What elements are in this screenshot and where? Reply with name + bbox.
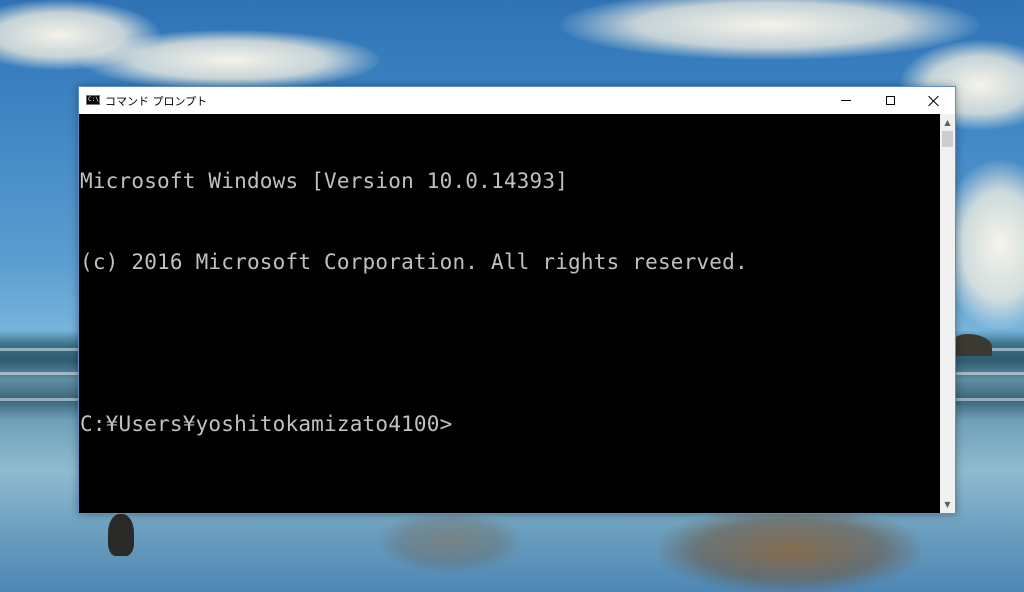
scroll-down-button[interactable]: ▼ xyxy=(940,496,955,513)
console-line: Microsoft Windows [Version 10.0.14393] xyxy=(80,169,569,193)
maximize-button[interactable] xyxy=(868,87,913,114)
close-icon xyxy=(928,95,940,107)
rock xyxy=(952,334,992,356)
maximize-icon xyxy=(886,96,895,105)
cmd-icon[interactable]: C:\ xyxy=(86,95,100,105)
scroll-thumb[interactable] xyxy=(942,131,953,147)
console-output[interactable]: Microsoft Windows [Version 10.0.14393] (… xyxy=(79,114,940,513)
cloud xyxy=(560,0,980,60)
close-button[interactable] xyxy=(911,87,956,114)
chevron-down-icon: ▼ xyxy=(944,500,951,509)
console-line: (c) 2016 Microsoft Corporation. All righ… xyxy=(80,250,748,274)
window-title: コマンド プロンプト xyxy=(105,95,208,108)
cloud xyxy=(80,30,380,90)
cmd-icon-glyph: C:\ xyxy=(88,96,99,103)
vertical-scrollbar[interactable]: ▲ ▼ xyxy=(940,114,955,513)
command-prompt-window[interactable]: C:\ コマンド プロンプト Microsoft Windows [Versio… xyxy=(78,86,956,514)
minimize-icon xyxy=(840,100,851,101)
title-bar[interactable]: C:\ コマンド プロンプト xyxy=(79,87,955,114)
chevron-up-icon: ▲ xyxy=(944,118,951,127)
rock-reflection xyxy=(380,512,520,572)
rock-reflection xyxy=(660,508,920,592)
scroll-up-button[interactable]: ▲ xyxy=(940,114,955,131)
minimize-button[interactable] xyxy=(823,87,868,114)
command-prompt-line[interactable]: C:¥Users¥yoshitokamizato4100> xyxy=(80,411,940,438)
person-reflection xyxy=(108,514,134,556)
